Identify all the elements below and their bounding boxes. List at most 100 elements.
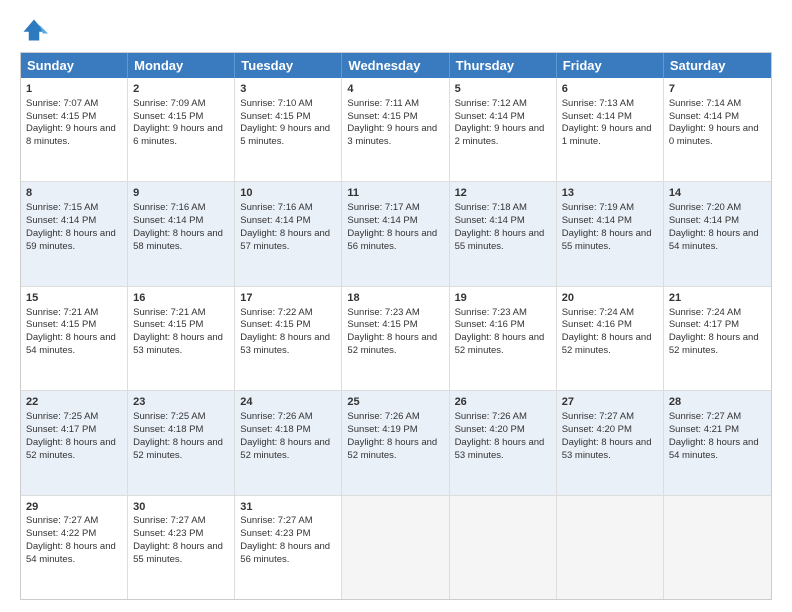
day-number: 17 (240, 291, 336, 306)
day-number: 30 (133, 500, 229, 515)
sunset-text: Sunset: 4:14 PM (562, 215, 632, 226)
day-number: 23 (133, 395, 229, 410)
daylight-text: Daylight: 9 hours and 5 minutes. (240, 123, 330, 147)
day-number: 31 (240, 500, 336, 515)
day-cell-9: 9Sunrise: 7:16 AMSunset: 4:14 PMDaylight… (128, 182, 235, 285)
day-cell-11: 11Sunrise: 7:17 AMSunset: 4:14 PMDayligh… (342, 182, 449, 285)
sunrise-text: Sunrise: 7:26 AM (455, 411, 527, 422)
day-number: 15 (26, 291, 122, 306)
day-cell-3: 3Sunrise: 7:10 AMSunset: 4:15 PMDaylight… (235, 78, 342, 181)
empty-cell (450, 496, 557, 599)
sunrise-text: Sunrise: 7:15 AM (26, 202, 98, 213)
sunrise-text: Sunrise: 7:16 AM (240, 202, 312, 213)
day-number: 21 (669, 291, 766, 306)
day-cell-21: 21Sunrise: 7:24 AMSunset: 4:17 PMDayligh… (664, 287, 771, 390)
sunset-text: Sunset: 4:15 PM (133, 319, 203, 330)
sunset-text: Sunset: 4:14 PM (562, 111, 632, 122)
day-cell-8: 8Sunrise: 7:15 AMSunset: 4:14 PMDaylight… (21, 182, 128, 285)
daylight-text: Daylight: 9 hours and 1 minute. (562, 123, 652, 147)
sunrise-text: Sunrise: 7:19 AM (562, 202, 634, 213)
header-day-tuesday: Tuesday (235, 53, 342, 78)
day-number: 24 (240, 395, 336, 410)
sunset-text: Sunset: 4:14 PM (240, 215, 310, 226)
calendar-row-3: 15Sunrise: 7:21 AM Sunset: 4:15 PM Dayligh… (21, 287, 771, 391)
daylight-text: Daylight: 8 hours and 54 minutes. (669, 437, 759, 461)
daylight-text: Daylight: 8 hours and 57 minutes. (240, 228, 330, 252)
day-cell-22: 22Sunrise: 7:25 AMSunset: 4:17 PMDayligh… (21, 391, 128, 494)
daylight-text: Daylight: 8 hours and 58 minutes. (133, 228, 223, 252)
sunset-text: Sunset: 4:15 PM (133, 111, 203, 122)
sunset-text: Sunset: 4:14 PM (455, 215, 525, 226)
day-cell-28: 28Sunrise: 7:27 AMSunset: 4:21 PMDayligh… (664, 391, 771, 494)
sunrise-text: Sunrise: 7:24 AM (562, 307, 634, 318)
day-number: 2 (133, 82, 229, 97)
sunset-text: Sunset: 4:19 PM (347, 424, 417, 435)
daylight-text: Daylight: 9 hours and 6 minutes. (133, 123, 223, 147)
header-day-thursday: Thursday (450, 53, 557, 78)
daylight-text: Daylight: 8 hours and 52 minutes. (562, 332, 652, 356)
daylight-text: Daylight: 8 hours and 53 minutes. (455, 437, 545, 461)
sunrise-text: Sunrise: 7:20 AM (669, 202, 741, 213)
sunset-text: Sunset: 4:23 PM (240, 528, 310, 539)
header-day-monday: Monday (128, 53, 235, 78)
sunrise-text: Sunrise: 7:07 AM (26, 98, 98, 109)
daylight-text: Daylight: 8 hours and 52 minutes. (347, 437, 437, 461)
sunset-text: Sunset: 4:14 PM (133, 215, 203, 226)
day-cell-24: 24Sunrise: 7:26 AMSunset: 4:18 PMDayligh… (235, 391, 342, 494)
daylight-text: Daylight: 8 hours and 52 minutes. (455, 332, 545, 356)
calendar-row-4: 22Sunrise: 7:25 AMSunset: 4:17 PMDayligh… (21, 391, 771, 495)
daylight-text: Daylight: 8 hours and 52 minutes. (347, 332, 437, 356)
day-cell-20: 20Sunrise: 7:24 AMSunset: 4:16 PMDayligh… (557, 287, 664, 390)
calendar-row-5: 29Sunrise: 7:27 AMSunset: 4:22 PMDayligh… (21, 496, 771, 599)
sunrise-text: Sunrise: 7:09 AM (133, 98, 205, 109)
sunset-text: Sunset: 4:18 PM (240, 424, 310, 435)
day-cell-14: 14Sunrise: 7:20 AMSunset: 4:14 PMDayligh… (664, 182, 771, 285)
daylight-text: Daylight: 8 hours and 53 minutes. (562, 437, 652, 461)
daylight-text: Daylight: 8 hours and 52 minutes. (26, 437, 116, 461)
day-number: 13 (562, 186, 658, 201)
sunset-text: Sunset: 4:23 PM (133, 528, 203, 539)
daylight-text: Daylight: 9 hours and 8 minutes. (26, 123, 116, 147)
sunrise-text: Sunrise: 7:16 AM (133, 202, 205, 213)
day-cell-31: 31Sunrise: 7:27 AMSunset: 4:23 PMDayligh… (235, 496, 342, 599)
calendar-row-1: 1Sunrise: 7:07 AMSunset: 4:15 PMDaylight… (21, 78, 771, 182)
logo (20, 16, 52, 44)
daylight-text: Daylight: 8 hours and 52 minutes. (669, 332, 759, 356)
page: SundayMondayTuesdayWednesdayThursdayFrid… (0, 0, 792, 612)
daylight-text: Daylight: 8 hours and 53 minutes. (240, 332, 330, 356)
sunset-text: Sunset: 4:15 PM (240, 111, 310, 122)
sunrise-text: Sunrise: 7:23 AM (347, 307, 419, 318)
day-cell-19: 19Sunrise: 7:23 AMSunset: 4:16 PMDayligh… (450, 287, 557, 390)
daylight-text: Daylight: 8 hours and 55 minutes. (133, 541, 223, 565)
day-number: 4 (347, 82, 443, 97)
empty-cell (664, 496, 771, 599)
day-number: 29 (26, 500, 122, 515)
day-cell-6: 6Sunrise: 7:13 AMSunset: 4:14 PMDaylight… (557, 78, 664, 181)
calendar: SundayMondayTuesdayWednesdayThursdayFrid… (20, 52, 772, 600)
sunrise-text: Sunrise: 7:18 AM (455, 202, 527, 213)
daylight-text: Daylight: 8 hours and 56 minutes. (347, 228, 437, 252)
sunrise-text: Sunrise: 7:21 AM (26, 307, 98, 318)
sunset-text: Sunset: 4:14 PM (669, 111, 739, 122)
daylight-text: Daylight: 8 hours and 54 minutes. (26, 541, 116, 565)
sunrise-text: Sunrise: 7:23 AM (455, 307, 527, 318)
sunrise-text: Sunrise: 7:22 AM (240, 307, 312, 318)
day-number: 6 (562, 82, 658, 97)
day-cell-5: 5Sunrise: 7:12 AMSunset: 4:14 PMDaylight… (450, 78, 557, 181)
day-number: 28 (669, 395, 766, 410)
sunset-text: Sunset: 4:15 PM (240, 319, 310, 330)
day-cell-15: 15Sunrise: 7:21 AMSunset: 4:15 PMDayligh… (21, 287, 128, 390)
sunset-text: Sunset: 4:15 PM (347, 111, 417, 122)
sunset-text: Sunset: 4:20 PM (562, 424, 632, 435)
day-cell-7: 7Sunrise: 7:14 AMSunset: 4:14 PMDaylight… (664, 78, 771, 181)
empty-cell (342, 496, 449, 599)
daylight-text: Daylight: 9 hours and 0 minutes. (669, 123, 759, 147)
calendar-row-2: 8Sunrise: 7:15 AMSunset: 4:14 PMDaylight… (21, 182, 771, 286)
sunrise-text: Sunrise: 7:11 AM (347, 98, 419, 109)
day-number: 18 (347, 291, 443, 306)
sunset-text: Sunset: 4:18 PM (133, 424, 203, 435)
sunset-text: Sunset: 4:20 PM (455, 424, 525, 435)
day-cell-25: 25Sunrise: 7:26 AMSunset: 4:19 PMDayligh… (342, 391, 449, 494)
day-cell-26: 26Sunrise: 7:26 AMSunset: 4:20 PMDayligh… (450, 391, 557, 494)
sunrise-text: Sunrise: 7:24 AM (669, 307, 741, 318)
